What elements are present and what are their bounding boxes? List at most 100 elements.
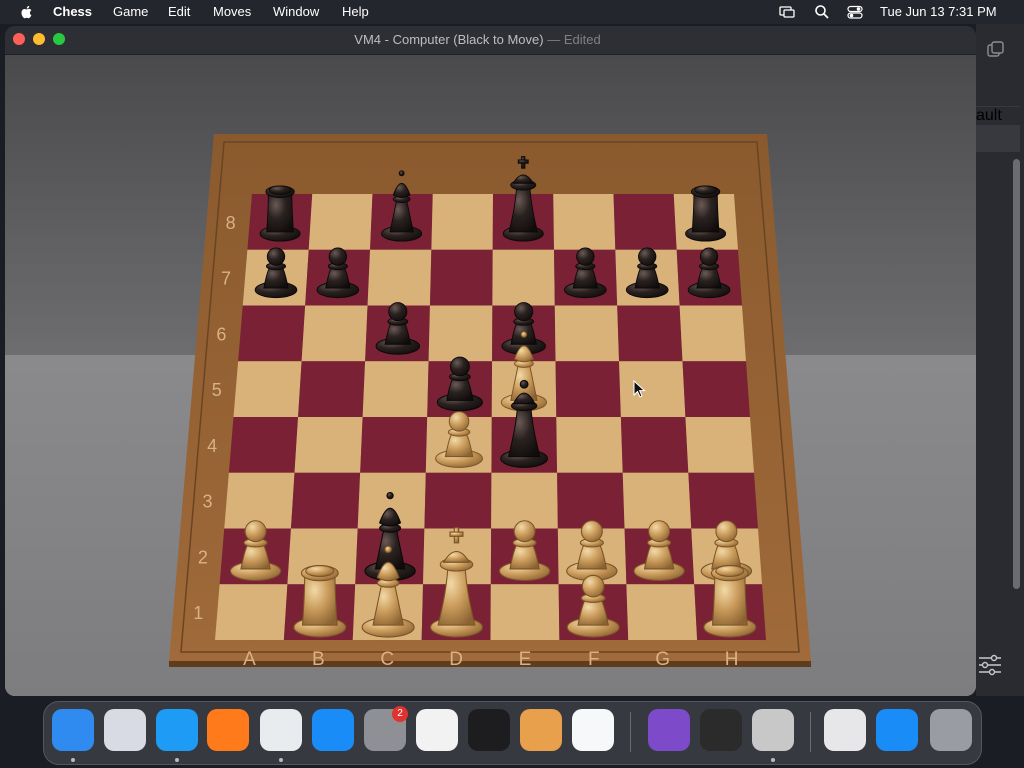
dock-separator (810, 712, 811, 752)
rank-label: 2 (198, 547, 208, 567)
board-square[interactable] (429, 249, 493, 306)
rank-label: 8 (226, 213, 236, 233)
window-title-text: VM4 - Computer (Black to Move) (354, 32, 544, 47)
running-indicator (771, 758, 775, 762)
side-scrollbar[interactable] (1013, 159, 1020, 589)
screen-mirroring-icon[interactable] (779, 4, 795, 20)
board-square[interactable] (626, 584, 698, 640)
board-square[interactable] (554, 305, 620, 362)
board-square[interactable] (362, 361, 429, 417)
dock-separator (630, 712, 631, 752)
firefox-app-icon[interactable] (207, 709, 249, 751)
trash-app-icon[interactable] (930, 709, 972, 751)
board-square[interactable] (290, 472, 361, 529)
board-square[interactable] (622, 472, 692, 529)
file-label: C (380, 649, 394, 670)
board-square[interactable] (619, 361, 686, 417)
running-indicator (175, 758, 179, 762)
board-square[interactable] (308, 194, 373, 250)
board-square[interactable] (224, 472, 295, 529)
menu-bar: Chess Game Edit Moves Window Help Tue Ju… (0, 0, 1024, 24)
finder-app-icon[interactable] (52, 709, 94, 751)
rank-label: 3 (203, 492, 213, 512)
menu-clock[interactable]: Tue Jun 13 7:31 PM (880, 4, 997, 19)
menu-app-chess[interactable]: Chess (53, 4, 92, 19)
side-button-label[interactable]: ault (976, 107, 1024, 125)
file-label: H (725, 649, 739, 670)
board-square[interactable] (215, 584, 288, 640)
chess-board[interactable]: A B C D E F G H 1 2 3 4 5 6 7 8 (5, 55, 976, 696)
board-square[interactable] (492, 249, 555, 306)
file-label: G (655, 649, 670, 670)
board-square[interactable] (228, 417, 299, 473)
title-separator: — (547, 32, 561, 47)
board-square[interactable] (233, 361, 302, 417)
board-square[interactable] (556, 417, 623, 473)
board-square[interactable] (555, 361, 621, 417)
board-square[interactable] (685, 417, 754, 473)
rank-label: 6 (216, 324, 226, 344)
board-frame-side (169, 661, 811, 667)
board-square[interactable] (682, 361, 750, 417)
board-square[interactable] (298, 361, 366, 417)
garageband-app-icon[interactable] (520, 709, 562, 751)
chess-app-icon[interactable] (752, 709, 794, 751)
app-store-app-icon[interactable] (312, 709, 354, 751)
edited-status: Edited (563, 32, 601, 47)
piano-app-icon[interactable] (700, 709, 742, 751)
title-bar: VM4 - Computer (Black to Move) — Edited (5, 26, 976, 55)
menu-edit[interactable]: Edit (168, 4, 190, 19)
board-square[interactable] (491, 472, 558, 529)
file-label: D (449, 649, 463, 670)
running-indicator (71, 758, 75, 762)
app-store-downloads-app-icon[interactable] (876, 709, 918, 751)
textedit-app-icon[interactable] (416, 709, 458, 751)
board-square[interactable] (490, 584, 560, 640)
menu-moves[interactable]: Moves (213, 4, 251, 19)
board-square[interactable] (431, 194, 493, 250)
file-label: F (588, 649, 600, 670)
board-square[interactable] (428, 305, 493, 362)
sliders-icon[interactable] (978, 654, 1002, 676)
rank-label: 1 (193, 603, 203, 623)
board-square[interactable] (301, 305, 368, 362)
chrome-window-app-icon[interactable] (824, 709, 866, 751)
mouse-cursor-icon (633, 380, 646, 398)
control-center-icon[interactable] (847, 4, 863, 20)
window-stack-icon (987, 41, 1004, 57)
rank-label: 4 (207, 436, 217, 456)
chrome-app-icon[interactable] (260, 709, 302, 751)
board-square[interactable] (613, 194, 677, 250)
dock: 2 (43, 701, 982, 765)
menu-window[interactable]: Window (273, 4, 319, 19)
running-indicator (279, 758, 283, 762)
launchpad-app-icon[interactable] (104, 709, 146, 751)
board-square[interactable] (360, 417, 428, 473)
file-label: E (519, 649, 532, 670)
rank-label: 7 (221, 269, 231, 289)
board-square[interactable] (367, 249, 432, 306)
menu-game[interactable]: Game (113, 4, 148, 19)
board-square[interactable] (557, 472, 625, 529)
safari-app-icon[interactable] (156, 709, 198, 751)
board-square[interactable] (424, 472, 492, 529)
spotlight-search-icon[interactable] (814, 4, 830, 20)
terminal-app-icon[interactable] (468, 709, 510, 751)
board-scene: A B C D E F G H 1 2 3 4 5 6 7 8 (5, 55, 976, 696)
menu-help[interactable]: Help (342, 4, 369, 19)
window-title: VM4 - Computer (Black to Move) — Edited (5, 32, 950, 47)
chess-window: VM4 - Computer (Black to Move) — Edited … (5, 26, 976, 696)
board-square[interactable] (294, 417, 363, 473)
board-square[interactable] (238, 305, 306, 362)
board-square[interactable] (688, 472, 758, 529)
file-label: B (312, 649, 325, 670)
settings-badge: 2 (392, 706, 408, 722)
board-square[interactable] (617, 305, 683, 362)
apple-icon[interactable] (19, 4, 35, 20)
visual-studio-code-app-icon[interactable] (572, 709, 614, 751)
board-square[interactable] (620, 417, 689, 473)
board-square[interactable] (679, 305, 746, 362)
file-label: A (243, 649, 256, 670)
visual-studio-app-icon[interactable] (648, 709, 690, 751)
board-square[interactable] (553, 194, 616, 250)
